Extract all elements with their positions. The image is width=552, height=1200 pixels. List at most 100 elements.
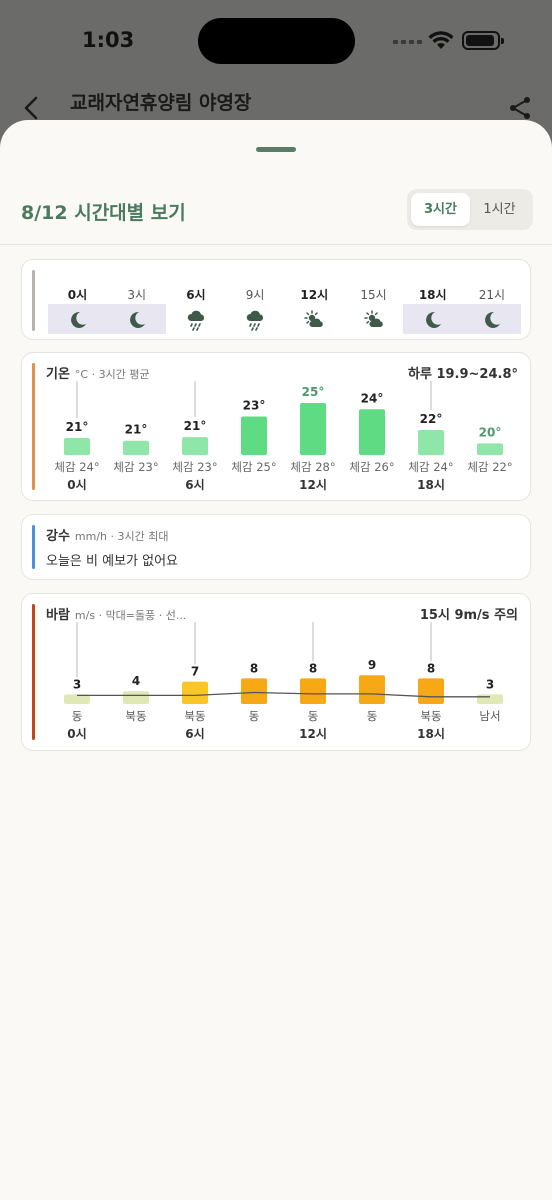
temperature-bar (241, 416, 267, 455)
moon-icon (425, 311, 441, 328)
wind-gust-bar (477, 694, 503, 704)
sky-card: 0시 3시 6시 9시 12시 15시 18시 21시 (21, 259, 531, 340)
precipitation-card: 강수 mm/h · 3시간 최대 오늘은 비 예보가 없어요 (21, 514, 531, 580)
feels-like-label: 체감 24° (408, 460, 453, 474)
feels-like-label: 체감 26° (349, 460, 394, 474)
temperature-bar (182, 437, 208, 455)
sky-hour-cell: 21시 (462, 288, 522, 334)
sky-hour-label: 15시 (360, 288, 387, 302)
segment-3-hour[interactable]: 3시간 (411, 193, 470, 226)
precipitation-subtitle: mm/h · 3시간 최대 (74, 530, 169, 543)
sky-hour-label: 21시 (478, 288, 506, 302)
rain-cloud-icon (187, 310, 204, 331)
wind-value-label: 9 (368, 658, 376, 672)
temperature-value-label: 21° (125, 423, 148, 437)
wind-direction-label: 북동 (184, 709, 205, 723)
moon-icon (129, 311, 145, 328)
feels-like-label: 체감 23° (113, 460, 158, 474)
partly-sunny-icon (304, 310, 324, 327)
moon-icon (484, 311, 500, 328)
status-bar: 1:03 (0, 0, 552, 80)
partly-sunny-icon (363, 310, 383, 327)
sky-hour-label: 3시 (127, 288, 147, 302)
temperature-bar (123, 440, 149, 455)
feels-like-label: 체감 23° (172, 460, 217, 474)
wind-direction-label: 남서 (479, 709, 500, 723)
wind-gust-bar (359, 675, 385, 704)
wind-value-label: 3 (73, 677, 81, 691)
temperature-value-label: 24° (361, 391, 384, 405)
sky-hour-row: 0시 3시 6시 9시 12시 15시 18시 21시 (48, 288, 524, 334)
sky-hour-cell: 15시 (344, 288, 403, 328)
background-page-title: 교래자연휴양림 야영장 (70, 92, 252, 114)
sky-hour-label: 18시 (418, 288, 447, 302)
sky-hour-label: 9시 (245, 288, 265, 302)
battery-icon (462, 31, 504, 50)
wifi-icon (428, 31, 454, 49)
segment-1-hour[interactable]: 1시간 (470, 193, 529, 226)
sky-hour-label: 0시 (67, 288, 88, 302)
temperature-value-label: 25° (302, 385, 325, 399)
sky-hour-cell: 3시 (107, 288, 167, 334)
feels-like-label: 체감 28° (290, 460, 335, 474)
sky-hour-label: 6시 (186, 288, 206, 302)
wind-value-label: 8 (427, 661, 435, 675)
temperature-hour-label: 6시 (185, 478, 204, 492)
wind-hour-label: 18시 (417, 727, 445, 741)
wind-hour-label: 12시 (299, 727, 327, 741)
temperature-bar (359, 409, 385, 455)
status-time: 1:03 (82, 28, 135, 52)
temperature-value-label: 21° (184, 419, 207, 433)
wind-direction-label: 북동 (125, 709, 146, 723)
sky-hour-cell: 18시 (403, 288, 463, 334)
wind-direction-label: 동 (249, 709, 260, 723)
hourly-bottom-sheet: 8/12 시간대별 보기 3시간 1시간 0시 3시 6시 9시 12시 15시 18시 21… (0, 120, 552, 1200)
temperature-hour-label: 0시 (67, 478, 86, 492)
share-icon[interactable] (508, 96, 532, 120)
temperature-chart: 21° 체감 24° 0시 21° 체감 23° 21° 체감 23° 6시 23° 체감 25°… (54, 381, 513, 492)
header-divider (0, 244, 552, 245)
temperature-bar (300, 403, 326, 455)
temperature-value-label: 23° (243, 398, 266, 412)
sky-accent-bar (32, 270, 35, 331)
feels-like-label: 체감 22° (467, 460, 512, 474)
feels-like-label: 체감 24° (54, 460, 99, 474)
wind-gust-bar (300, 678, 326, 704)
wind-card: 바람 m/s · 막대=돌풍 · 선... 15시 9m/s 주의 3 동 0시 4 북동… (21, 593, 531, 751)
wind-hour-label: 6시 (185, 727, 204, 741)
wind-value-label: 4 (132, 674, 140, 688)
sky-hour-cell: 12시 (285, 288, 344, 328)
feels-like-label: 체감 25° (231, 460, 276, 474)
sky-hour-cell: 9시 (226, 288, 285, 331)
temperature-hour-label: 12시 (299, 478, 327, 492)
wind-gust-bar (123, 691, 149, 704)
sheet-title: 8/12 시간대별 보기 (21, 202, 186, 224)
wind-value-label: 7 (191, 665, 199, 679)
sky-hour-label: 12시 (300, 288, 329, 302)
temperature-card: 기온 °C · 3시간 평균 하루 19.9~24.8° 21° 체감 24° 0시 2… (21, 352, 531, 501)
wind-gust-bar (418, 678, 444, 704)
back-arrow-icon[interactable] (24, 96, 38, 120)
rain-cloud-icon (246, 310, 264, 331)
wind-value-label: 3 (486, 677, 494, 691)
wind-direction-label: 동 (72, 709, 83, 723)
precipitation-title-text: 강수 (46, 529, 70, 544)
wind-value-label: 8 (250, 661, 258, 675)
wind-direction-label: 동 (308, 709, 319, 723)
interval-segmented-control: 3시간 1시간 (407, 189, 533, 230)
temperature-value-label: 22° (420, 412, 443, 426)
moon-icon (70, 311, 86, 328)
temperature-hour-label: 18시 (417, 478, 445, 492)
sky-hour-cell: 0시 (48, 288, 107, 334)
temperature-value-label: 20° (479, 425, 502, 439)
no-rain-message: 오늘은 비 예보가 없어요 (46, 554, 178, 569)
sheet-grabber[interactable] (256, 147, 296, 152)
wind-direction-label: 북동 (420, 709, 441, 723)
dynamic-island (198, 18, 355, 64)
cellular-signal-icon (393, 38, 423, 46)
precipitation-title: 강수 mm/h · 3시간 최대 (46, 525, 169, 544)
wind-direction-label: 동 (367, 709, 378, 723)
temperature-bar (418, 429, 444, 455)
precipitation-accent-bar (32, 525, 35, 569)
wind-chart: 3 동 0시 4 북동 7 북동 6시 8 동 8 동 12시 9 동 8 북동 18시 3 남서 (64, 622, 503, 741)
